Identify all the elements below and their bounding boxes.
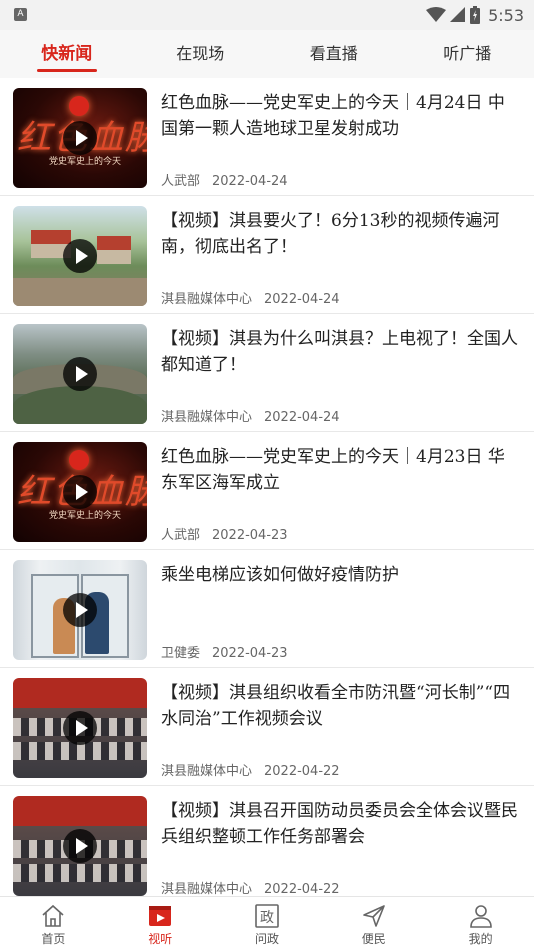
news-source: 人武部 [161,528,201,543]
thumbnail-subtext: 党史军史上的今天 [49,511,122,521]
news-meta: 淇县融媒体中心 2022-04-24 [161,288,340,307]
tab-ting-guangbo[interactable]: 听广播 [401,30,534,78]
person-icon [469,905,492,928]
video-thumbnail[interactable] [13,324,147,424]
nav-video[interactable]: 视听 [107,897,214,950]
news-source: 淇县融媒体中心 [161,764,253,779]
news-source: 淇县融媒体中心 [161,292,253,307]
news-item[interactable]: 红色血脉 党史军史上的今天 红色血脉——党史军史上的今天｜4月23日 华东军区海… [0,432,534,550]
news-source: 卫健委 [161,646,201,661]
news-title[interactable]: 乘坐电梯应该如何做好疫情防护 [161,562,520,614]
clock: 5:53 [488,5,524,25]
nav-label: 便民 [361,932,386,946]
news-date: 2022-04-23 [212,646,288,661]
nav-mine[interactable]: 我的 [427,897,534,950]
status-bar: A 5:53 [0,0,534,30]
tab-kan-zhibo[interactable]: 看直播 [267,30,401,78]
news-title[interactable]: 红色血脉——党史军史上的今天｜4月24日 中国第一颗人造地球卫星发射成功 [161,90,520,142]
top-tabs: 快新闻 在现场 看直播 听广播 [0,30,534,78]
zheng-icon: 政 [255,904,279,928]
news-item[interactable]: 【视频】淇县要火了！6分13秒的视频传遍河南，彻底出名了！ 淇县融媒体中心 202… [0,196,534,314]
video-thumbnail[interactable] [13,678,147,778]
nav-wenzheng[interactable]: 政 问政 [214,897,321,950]
news-date: 2022-04-22 [264,882,340,896]
video-thumbnail[interactable]: 红色血脉 党史军史上的今天 [13,88,147,188]
news-meta: 淇县融媒体中心 2022-04-24 [161,406,340,425]
video-icon [149,906,172,926]
status-icons: 5:53 [426,4,524,26]
video-thumbnail[interactable] [13,796,147,896]
news-date: 2022-04-24 [264,292,340,307]
news-date: 2022-04-23 [212,528,288,543]
news-date: 2022-04-24 [264,410,340,425]
news-item[interactable]: 乘坐电梯应该如何做好疫情防护 卫健委 2022-04-23 [0,550,534,668]
send-icon [362,905,385,927]
news-meta: 人武部 2022-04-24 [161,170,288,189]
bottom-nav: 首页 视听 政 问政 便民 我的 [0,896,534,950]
nav-bianmin[interactable]: 便民 [320,897,427,950]
news-meta: 卫健委 2022-04-23 [161,642,288,661]
play-icon[interactable] [63,475,97,509]
nav-label: 视听 [148,932,173,946]
news-meta: 人武部 2022-04-23 [161,524,288,543]
news-title[interactable]: 【视频】淇县召开国防动员委员会全体会议暨民兵组织整顿工作任务部署会 [161,798,520,850]
news-title[interactable]: 红色血脉——党史军史上的今天｜4月23日 华东军区海军成立 [161,444,520,496]
news-source: 人武部 [161,174,201,189]
play-icon[interactable] [63,121,97,155]
notification-icon: A [14,8,27,21]
video-thumbnail[interactable] [13,560,147,660]
news-item[interactable]: 【视频】淇县召开国防动员委员会全体会议暨民兵组织整顿工作任务部署会 淇县融媒体中… [0,786,534,896]
news-item[interactable]: 红色血脉 党史军史上的今天 红色血脉——党史军史上的今天｜4月24日 中国第一颗… [0,78,534,196]
nav-home[interactable]: 首页 [0,897,107,950]
video-thumbnail[interactable] [13,206,147,306]
play-icon[interactable] [63,711,97,745]
signal-icon [450,7,466,22]
news-source: 淇县融媒体中心 [161,882,253,896]
news-meta: 淇县融媒体中心 2022-04-22 [161,760,340,779]
tab-kuai-xinwen[interactable]: 快新闻 [0,30,134,78]
wifi-icon [426,7,447,22]
play-icon[interactable] [63,593,97,627]
zheng-icon-text: 政 [260,910,274,926]
home-icon [42,904,64,927]
play-icon[interactable] [63,239,97,273]
tab-zai-xianchang[interactable]: 在现场 [134,30,268,78]
news-title[interactable]: 【视频】淇县为什么叫淇县？上电视了！全国人都知道了！ [161,326,520,378]
news-item[interactable]: 【视频】淇县为什么叫淇县？上电视了！全国人都知道了！ 淇县融媒体中心 2022-0… [0,314,534,432]
nav-label: 问政 [254,932,279,946]
nav-label: 我的 [468,932,493,946]
news-meta: 淇县融媒体中心 2022-04-22 [161,878,340,896]
news-title[interactable]: 【视频】淇县组织收看全市防汛暨“河长制”“四水同治”工作视频会议 [161,680,520,732]
battery-icon [470,6,481,24]
play-icon[interactable] [63,829,97,863]
news-date: 2022-04-22 [264,764,340,779]
thumbnail-subtext: 党史军史上的今天 [49,157,122,167]
news-list: 红色血脉 党史军史上的今天 红色血脉——党史军史上的今天｜4月24日 中国第一颗… [0,78,534,896]
news-source: 淇县融媒体中心 [161,410,253,425]
video-thumbnail[interactable]: 红色血脉 党史军史上的今天 [13,442,147,542]
news-item[interactable]: 【视频】淇县组织收看全市防汛暨“河长制”“四水同治”工作视频会议 淇县融媒体中心… [0,668,534,786]
news-title[interactable]: 【视频】淇县要火了！6分13秒的视频传遍河南，彻底出名了！ [161,208,520,260]
nav-label: 首页 [41,932,66,946]
play-icon[interactable] [63,357,97,391]
news-date: 2022-04-24 [212,174,288,189]
